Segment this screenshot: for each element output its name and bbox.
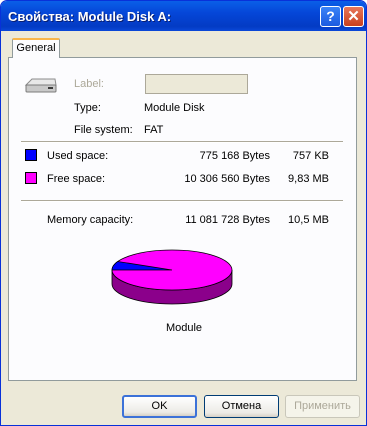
capacity-short: 10,5 MB: [288, 214, 329, 226]
type-value: Module Disk: [144, 102, 205, 114]
separator-top: [21, 141, 343, 143]
title-bar[interactable]: Свойства: Module Disk A: ? ✕: [1, 1, 366, 31]
window-title: Свойства: Module Disk A:: [8, 9, 172, 24]
filesystem-value: FAT: [144, 124, 164, 136]
free-space-caption: Free space:: [47, 173, 106, 185]
free-space-bytes: 10 306 560 Bytes: [184, 173, 270, 185]
close-button[interactable]: ✕: [343, 6, 364, 27]
type-caption: Type:: [74, 102, 101, 114]
filesystem-caption: File system:: [74, 124, 133, 136]
used-space-bytes: 775 168 Bytes: [199, 150, 270, 162]
capacity-bytes: 11 081 728 Bytes: [185, 214, 270, 226]
capacity-pie-chart: [111, 249, 233, 305]
drive-icon: [24, 78, 57, 93]
label-caption: Label:: [74, 78, 104, 90]
help-button[interactable]: ?: [320, 6, 341, 27]
tab-general[interactable]: General: [12, 38, 60, 58]
label-field: [145, 74, 248, 94]
used-space-swatch: [25, 149, 37, 161]
cancel-button[interactable]: Отмена: [204, 395, 279, 418]
ok-button[interactable]: OK: [122, 395, 197, 418]
apply-button: Применить: [285, 395, 360, 418]
used-space-short: 757 KB: [292, 150, 329, 162]
capacity-caption: Memory capacity:: [47, 214, 134, 226]
free-space-short: 9,83 MB: [288, 173, 329, 185]
general-panel: Label: Type: Module Disk File system: FA…: [8, 57, 357, 381]
separator-bottom: [21, 200, 343, 202]
free-space-swatch: [25, 172, 37, 184]
properties-dialog: Свойства: Module Disk A: ? ✕ General Lab…: [0, 0, 367, 426]
used-space-caption: Used space:: [47, 150, 109, 162]
pie-caption: Module: [165, 322, 203, 334]
